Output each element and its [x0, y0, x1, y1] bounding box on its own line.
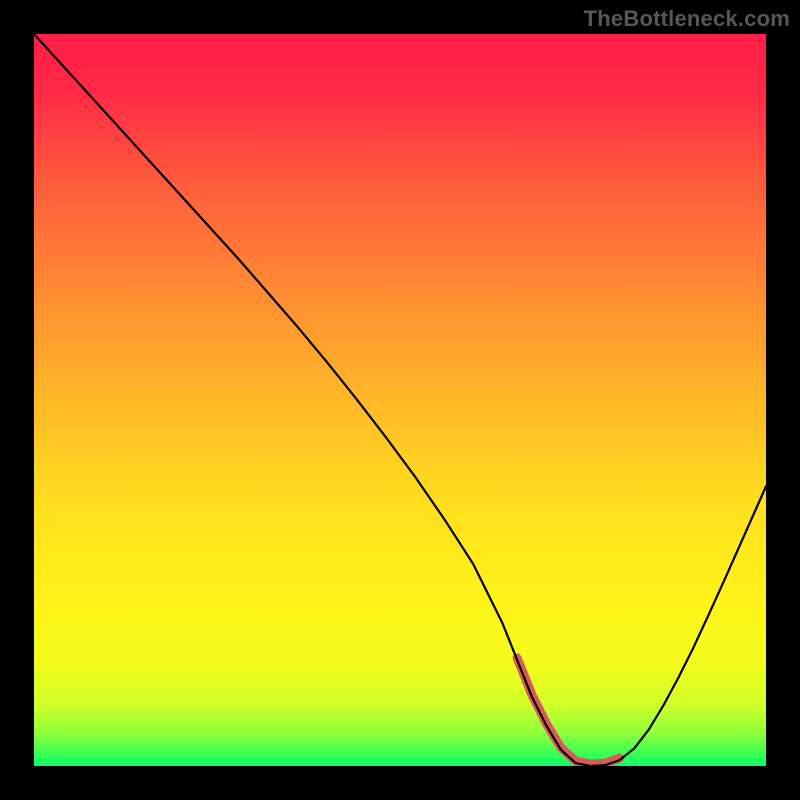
- watermark-text: TheBottleneck.com: [584, 6, 790, 32]
- chart-stage: TheBottleneck.com: [0, 0, 800, 800]
- plot-area: [34, 34, 766, 766]
- gradient-background: [34, 34, 766, 766]
- plot-svg: [34, 34, 766, 766]
